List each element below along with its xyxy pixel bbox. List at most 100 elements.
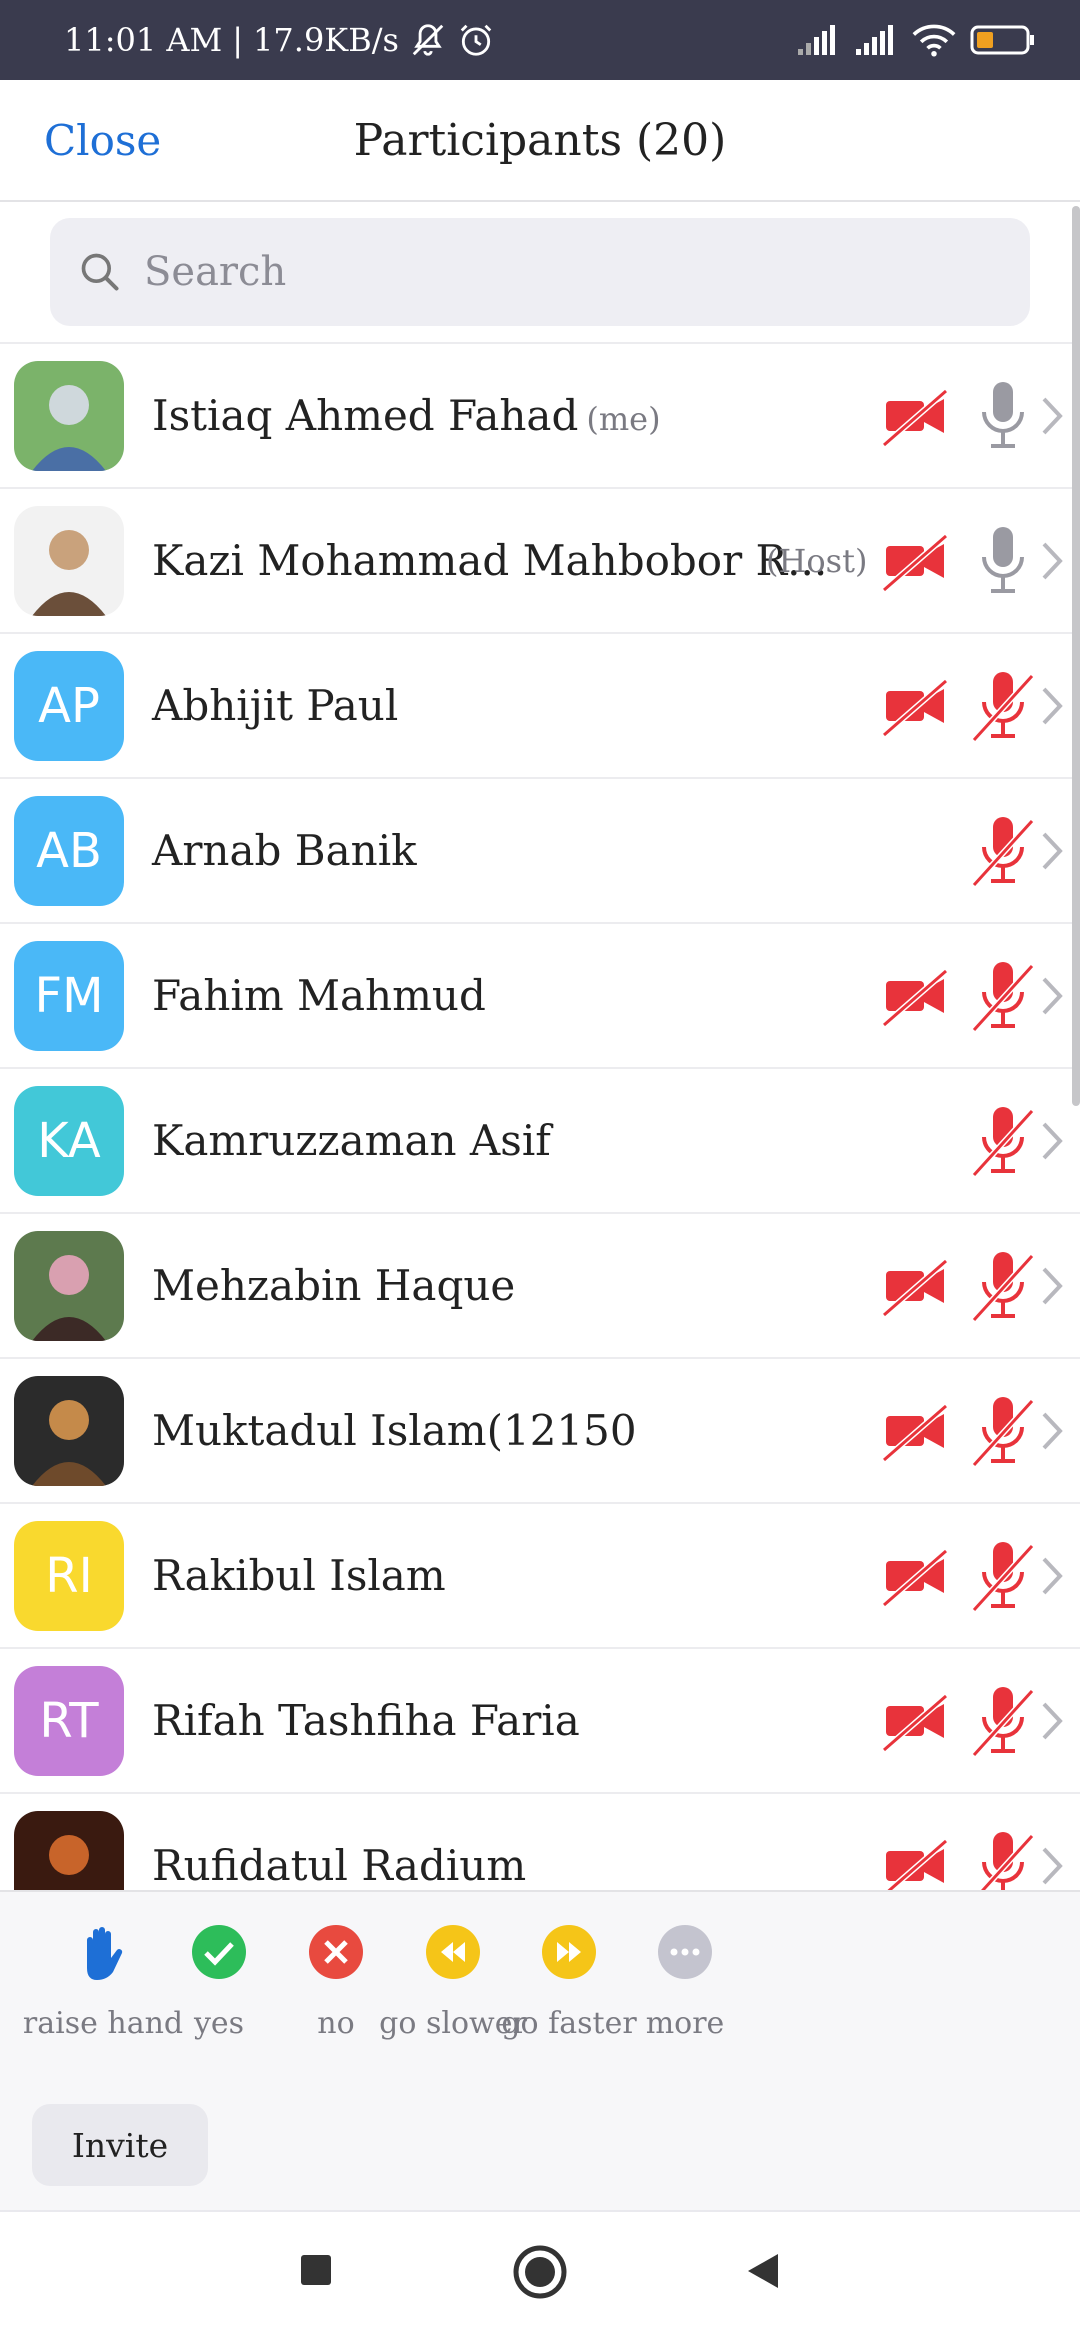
scrollbar[interactable] <box>1072 206 1080 1106</box>
avatar-photo <box>14 1810 124 1890</box>
participant-name: Mehzabin Haque <box>152 1261 515 1310</box>
search-icon <box>81 253 119 291</box>
reactions-bar: Invite raise hand yes no go slower go faster… <box>0 1890 1080 2210</box>
mic-muted-icon[interactable] <box>970 1538 1036 1614</box>
avatar <box>14 1230 124 1341</box>
avatar-photo <box>14 1230 124 1341</box>
participant-row[interactable]: Istiaq Ahmed Fahad (me) <box>0 344 1080 489</box>
home-icon[interactable] <box>512 2244 568 2300</box>
avatar <box>14 360 124 471</box>
video-off-icon[interactable] <box>882 1833 948 1891</box>
chevron-right-icon[interactable] <box>1038 1553 1066 1599</box>
back-icon[interactable] <box>744 2252 780 2290</box>
participant-row[interactable]: FM Fahim Mahmud <box>0 924 1080 1069</box>
avatar-initials: FM <box>34 967 104 1024</box>
avatar-photo <box>14 360 124 471</box>
video-off-icon[interactable] <box>882 383 948 449</box>
avatar-initials: RT <box>39 1692 99 1749</box>
participant-row[interactable]: Rufidatul Radium <box>0 1794 1080 1890</box>
chevron-right-icon[interactable] <box>1038 828 1066 874</box>
participant-row[interactable]: KA Kamruzzaman Asif <box>0 1069 1080 1214</box>
mic-muted-icon[interactable] <box>970 958 1036 1034</box>
participant-row[interactable]: Kazi Mohammad Mahbobor R... (Host) <box>0 489 1080 634</box>
status-left: 11:01 AM | 17.9KB/s <box>64 21 495 59</box>
video-off-icon[interactable] <box>882 1543 948 1609</box>
participant-name: Abhijit Paul <box>152 681 398 730</box>
participant-name-text: Istiaq Ahmed Fahad <box>152 391 579 440</box>
video-off-icon[interactable] <box>882 963 948 1029</box>
avatar-initials: AP <box>38 677 100 734</box>
raise-hand-icon <box>87 1927 123 1980</box>
more-icon <box>658 1925 712 1979</box>
search-input[interactable] <box>144 249 1004 295</box>
participant-row[interactable]: AP Abhijit Paul <box>0 634 1080 779</box>
participant-name: Arnab Banik <box>152 826 417 875</box>
participant-row[interactable]: RI Rakibul Islam <box>0 1504 1080 1649</box>
signal-icon <box>856 25 893 55</box>
status-time: 11:01 AM <box>64 21 223 59</box>
participant-row[interactable]: RT Rifah Tashfiha Faria <box>0 1649 1080 1794</box>
x-icon <box>309 1925 363 1979</box>
video-off-icon[interactable] <box>882 1253 948 1319</box>
invite-button[interactable]: Invite <box>32 2104 208 2186</box>
participant-name-text: Fahim Mahmud <box>152 971 486 1020</box>
chevron-right-icon[interactable] <box>1038 1263 1066 1309</box>
avatar-initials: AB <box>36 822 102 879</box>
participant-name: Kazi Mohammad Mahbobor R... <box>152 536 827 585</box>
recent-apps-icon[interactable] <box>298 2252 334 2288</box>
participant-name-text: Kazi Mohammad Mahbobor R... <box>152 536 828 585</box>
participant-list: Istiaq Ahmed Fahad (me) Kazi Mohammad Mahb… <box>0 342 1080 1890</box>
battery-icon <box>970 25 1034 55</box>
mic-muted-icon[interactable] <box>970 1393 1036 1469</box>
status-right <box>796 23 1036 57</box>
participant-name: Istiaq Ahmed Fahad (me) <box>152 391 661 440</box>
rewind-icon <box>426 1925 480 1979</box>
chevron-right-icon[interactable] <box>1038 1408 1066 1454</box>
check-icon <box>192 1925 246 1979</box>
mic-muted-icon[interactable] <box>970 1103 1036 1179</box>
participant-name: Kamruzzaman Asif <box>152 1116 551 1165</box>
avatar <box>14 1810 124 1890</box>
chevron-right-icon[interactable] <box>1038 538 1066 584</box>
participant-name-text: Kamruzzaman Asif <box>152 1116 551 1165</box>
reaction-label: more <box>645 2006 725 2041</box>
search-bar[interactable] <box>50 218 1030 326</box>
chevron-right-icon[interactable] <box>1038 393 1066 439</box>
video-off-icon[interactable] <box>882 528 948 594</box>
mic-muted-icon[interactable] <box>970 1828 1036 1891</box>
avatar-photo <box>14 1375 124 1486</box>
chevron-right-icon[interactable] <box>1038 1843 1066 1889</box>
fast-forward-icon <box>542 1925 596 1979</box>
avatar: RT <box>14 1665 124 1776</box>
chevron-right-icon[interactable] <box>1038 683 1066 729</box>
me-tag: (me) <box>586 400 661 438</box>
mic-muted-icon[interactable] <box>970 1683 1036 1759</box>
avatar <box>14 505 124 616</box>
avatar: AP <box>14 650 124 761</box>
video-off-icon[interactable] <box>882 673 948 739</box>
chevron-right-icon[interactable] <box>1038 1698 1066 1744</box>
participant-row[interactable]: Mehzabin Haque <box>0 1214 1080 1359</box>
chevron-right-icon[interactable] <box>1038 973 1066 1019</box>
mic-icon[interactable] <box>970 378 1036 454</box>
close-button[interactable]: Close <box>44 116 161 165</box>
system-nav-bar <box>0 2210 1080 2340</box>
video-off-icon[interactable] <box>882 1688 948 1754</box>
mic-muted-icon[interactable] <box>970 1248 1036 1324</box>
participant-row[interactable]: Muktadul Islam(12150 <box>0 1359 1080 1504</box>
status-bar: 11:01 AM | 17.9KB/s <box>0 0 1080 80</box>
mic-icon[interactable] <box>970 523 1036 599</box>
mic-muted-icon[interactable] <box>970 668 1036 744</box>
participant-name: Rakibul Islam <box>152 1551 446 1600</box>
status-separator: | <box>232 21 244 59</box>
participant-row[interactable]: AB Arnab Banik <box>0 779 1080 924</box>
video-off-icon[interactable] <box>882 1398 948 1464</box>
chevron-right-icon[interactable] <box>1038 1118 1066 1164</box>
mic-muted-icon[interactable] <box>970 813 1036 889</box>
participant-name-text: Arnab Banik <box>152 826 417 875</box>
bell-off-icon <box>412 24 444 56</box>
reaction-more[interactable]: more <box>600 1922 770 2041</box>
participant-name-text: Muktadul Islam(12150 <box>152 1406 637 1455</box>
participant-name-text: Mehzabin Haque <box>152 1261 516 1310</box>
avatar <box>14 1375 124 1486</box>
